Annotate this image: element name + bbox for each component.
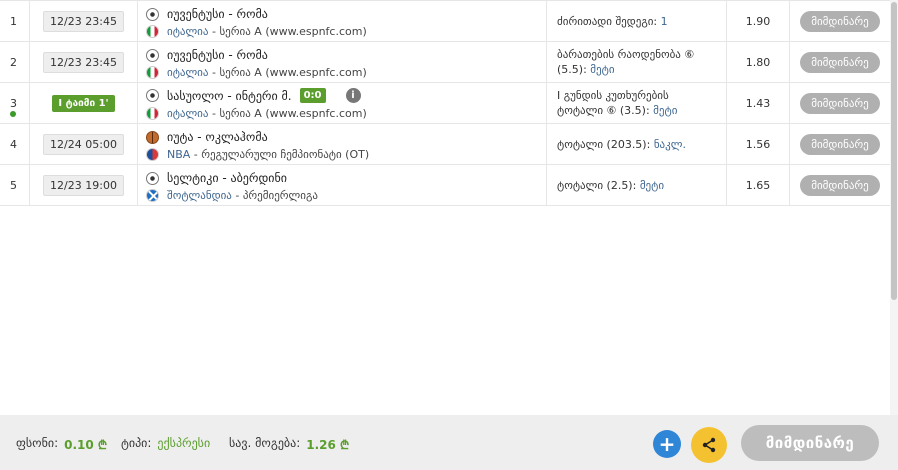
country-name[interactable]: იტალია (167, 66, 208, 79)
match-name[interactable]: სელტიკი - აბერდინი (167, 171, 287, 185)
league-name: სერია A (www.espnfc.com) (219, 25, 367, 38)
stake-value: 0.10 ₾ (64, 438, 108, 452)
match-time: 12/23 19:00 (43, 174, 124, 196)
status-button[interactable]: მიმდინარე (800, 174, 880, 196)
table-row: 5 12/23 19:00 სელტიკი - აბერდინი შოტლანდ… (0, 165, 890, 206)
odd-value: 1.80 (727, 42, 790, 82)
table-row: 1 12/23 23:45 იუვენტუსი - რომა იტალია - … (0, 0, 890, 42)
odd-value: 1.43 (727, 83, 790, 123)
bet-value: მეტი (653, 104, 678, 117)
football-icon (146, 89, 159, 102)
bet-label-cont: ტოტალი ⑥ (3.5): (557, 104, 650, 117)
row-number: 4 (0, 124, 30, 164)
row-number: 3 (10, 97, 17, 110)
country-name[interactable]: შოტლანდია (167, 189, 232, 202)
row-number: 2 (0, 42, 30, 82)
vertical-scrollbar[interactable] (890, 0, 898, 415)
bet-label: ბარათების რაოდენობა ⑥ (557, 48, 695, 61)
country-name[interactable]: NBA (167, 148, 190, 161)
football-icon (146, 7, 159, 21)
odd-value: 1.56 (727, 124, 790, 164)
match-name[interactable]: სასუოლო - ინტერი მ. (167, 89, 292, 103)
odd-value: 1.65 (727, 165, 790, 205)
italy-flag-icon (146, 66, 159, 79)
match-name[interactable]: იუტა - ოკლაჰომა (167, 130, 268, 144)
match-time: 12/23 23:45 (43, 10, 124, 32)
bets-table: 1 12/23 23:45 იუვენტუსი - რომა იტალია - … (0, 0, 890, 206)
type-value[interactable]: ექსპრესი (157, 436, 210, 450)
bet-value: მეტი (639, 178, 665, 192)
country-name[interactable]: იტალია (167, 25, 208, 38)
bet-label: ტოტალი (203.5): (557, 137, 651, 151)
match-name[interactable]: იუვენტუსი - რომა (167, 7, 268, 21)
row-number: 1 (0, 1, 30, 41)
italy-flag-icon (146, 25, 159, 38)
possible-win-value: 1.26 ₾ (306, 438, 350, 452)
table-row: 2 12/23 23:45 იუვენტუსი - რომა იტალია - … (0, 42, 890, 83)
status-button[interactable]: მიმდინარე (800, 51, 880, 73)
match-name[interactable]: იუვენტუსი - რომა (167, 48, 268, 62)
stake-label: ფსონი: (16, 436, 59, 450)
bet-value: ნაკლ. (653, 137, 686, 151)
scotland-flag-icon (146, 189, 159, 202)
match-time: 12/24 05:00 (43, 133, 124, 155)
country-name[interactable]: იტალია (167, 107, 208, 120)
status-main-button[interactable]: მიმდინარე (741, 425, 879, 461)
table-row: 3 I ტაიმი 1' სასუოლო - ინტერი მ. 0:0 i ი… (0, 83, 890, 124)
basketball-icon (146, 130, 159, 144)
bet-label: ტოტალი (2.5): (557, 178, 637, 192)
status-button[interactable]: მიმდინარე (800, 133, 880, 155)
possible-win-label: სავ. მოგება: (229, 436, 301, 450)
bet-value: მეტი (590, 63, 615, 76)
league-name: სერია A (www.espnfc.com) (219, 66, 367, 79)
league-name: რეგულარული ჩემპიონატი (OT) (201, 148, 370, 161)
row-number: 5 (0, 165, 30, 205)
match-time: 12/23 23:45 (43, 51, 124, 73)
bet-slip-footer: ფსონი: 0.10 ₾ ტიპი: ექსპრესი სავ. მოგება… (0, 415, 898, 470)
italy-flag-icon (146, 107, 159, 120)
nba-logo-icon (146, 148, 159, 161)
bet-value: 1 (660, 14, 668, 28)
live-indicator-icon (10, 111, 16, 117)
share-button[interactable] (691, 427, 727, 463)
share-icon (702, 437, 716, 453)
odd-value: 1.90 (727, 1, 790, 41)
bet-label: ძირითადი შედეგი: (557, 14, 658, 28)
bet-label-cont: (5.5): (557, 63, 587, 76)
table-row: 4 12/24 05:00 იუტა - ოკლაჰომა NBA - რეგუ… (0, 124, 890, 165)
live-score: 0:0 (299, 88, 326, 103)
football-icon (146, 48, 159, 62)
info-icon[interactable]: i (345, 88, 361, 103)
scrollbar-thumb[interactable] (891, 2, 897, 300)
league-name: პრემიერლიგა (242, 189, 318, 202)
type-label: ტიპი: (121, 436, 152, 450)
status-button[interactable]: მიმდინარე (800, 92, 880, 114)
league-name: სერია A (www.espnfc.com) (219, 107, 367, 120)
live-time: I ტაიმი 1' (52, 94, 115, 112)
bet-label: I გუნდის კუთხურების (557, 89, 669, 102)
add-button[interactable]: + (653, 430, 681, 458)
football-icon (146, 171, 159, 185)
status-button[interactable]: მიმდინარე (800, 10, 880, 32)
